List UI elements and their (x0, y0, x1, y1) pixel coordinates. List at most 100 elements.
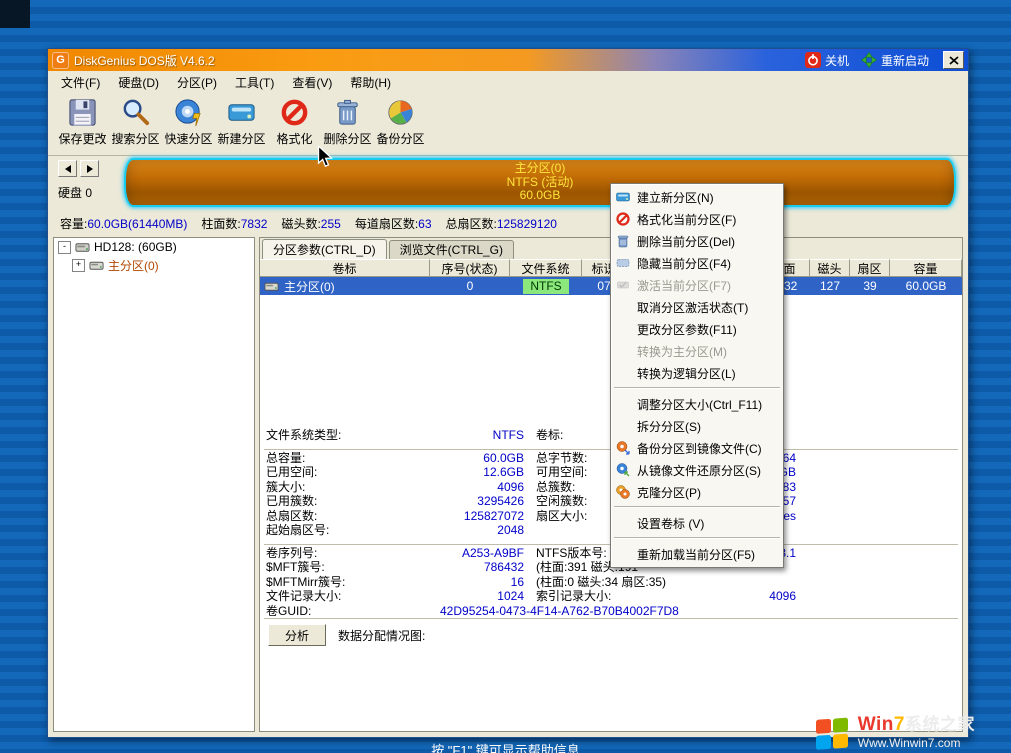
window-title: DiskGenius DOS版 V4.6.2 (74, 52, 215, 69)
context-menu-item[interactable]: 更改分区参数(F11) (611, 318, 783, 340)
titlebar: G DiskGenius DOS版 V4.6.2 关机 重新启动 (48, 49, 968, 71)
detail-row: 卷GUID:42D95254-0473-4F14-A762-B70B4002F7… (260, 604, 962, 619)
detail-value: 12.6GB (320, 465, 524, 480)
partition-icon (264, 279, 279, 294)
menubar-item[interactable]: 硬盘(D) (109, 71, 168, 94)
context-menu-item[interactable]: 从镜像文件还原分区(S) (611, 459, 783, 481)
table-cell: 127 (810, 277, 850, 295)
toolbar-button-delete-partition[interactable]: 删除分区 (321, 97, 374, 147)
collapse-icon[interactable]: - (58, 241, 71, 254)
partition-bar[interactable]: 主分区(0) NTFS (活动) 60.0GB (124, 158, 956, 207)
new-partition-icon (615, 189, 631, 205)
context-menu-item[interactable]: 取消分区激活状态(T) (611, 296, 783, 318)
context-menu-item[interactable]: 建立新分区(N) (611, 186, 783, 208)
toolbar-button-label: 删除分区 (323, 130, 371, 147)
quick-partition-icon (173, 97, 204, 128)
detail-value: 16 (320, 575, 524, 590)
shutdown-button[interactable]: 关机 (805, 52, 849, 69)
menubar-item[interactable]: 文件(F) (52, 71, 109, 94)
close-icon (949, 56, 959, 65)
context-menu-item[interactable]: 重新加载当前分区(F5) (611, 543, 783, 565)
detail-label: 总簇数: (536, 480, 575, 495)
tree-item[interactable]: +主分区(0) (54, 256, 254, 274)
toolbar: 保存更改搜索分区快速分区新建分区格式化删除分区备份分区 (48, 93, 968, 156)
toolbar-button-backup-partition[interactable]: 备份分区 (374, 97, 427, 147)
detail-value: 2048 (320, 523, 524, 538)
partition-bar-fs: NTFS (活动) (507, 176, 574, 190)
context-menu-item-label: 隐藏当前分区(F4) (637, 255, 731, 272)
column-header[interactable]: 磁头 (810, 259, 850, 277)
context-menu-item[interactable]: 设置卷标 (V) (611, 512, 783, 534)
restart-label: 重新启动 (881, 52, 929, 69)
detail-label: (柱面:0 磁头:34 扇区:35) (536, 575, 666, 590)
context-menu-item-label: 取消分区激活状态(T) (637, 299, 748, 316)
context-menu-item-label: 设置卷标 (V) (637, 515, 704, 532)
tab-partition-params[interactable]: 分区参数(CTRL_D) (262, 239, 387, 260)
context-menu-item[interactable]: 格式化当前分区(F) (611, 208, 783, 230)
context-menu-item[interactable]: 备份分区到镜像文件(C) (611, 437, 783, 459)
arrow-left-icon (65, 165, 71, 173)
expand-icon[interactable]: + (72, 259, 85, 272)
next-disk-button[interactable] (80, 160, 99, 177)
table-cell: 60.0GB (890, 277, 962, 295)
toolbar-button-new-partition[interactable]: 新建分区 (215, 97, 268, 147)
format-icon (279, 97, 310, 128)
detail-value: 125827072 (320, 509, 524, 524)
context-menu-item-label: 更改分区参数(F11) (637, 321, 737, 338)
disk-info-item: 每道扇区数:63 (355, 215, 432, 232)
detail-label: 卷GUID: (266, 604, 311, 619)
detail-value: 60.0GB (320, 451, 524, 466)
tree-item[interactable]: -HD128: (60GB) (54, 238, 254, 256)
column-header[interactable]: 卷标 (260, 259, 430, 277)
toolbar-button-quick-partition[interactable]: 快速分区 (162, 97, 215, 147)
toolbar-button-save[interactable]: 保存更改 (56, 97, 109, 147)
menubar-item[interactable]: 工具(T) (226, 71, 283, 94)
context-menu-item[interactable]: 删除当前分区(Del) (611, 230, 783, 252)
column-header[interactable]: 序号(状态) (430, 259, 510, 277)
separator (611, 534, 783, 543)
analyze-button[interactable]: 分析 (268, 624, 326, 646)
watermark-url: Www.Winwin7.com (858, 734, 975, 752)
context-menu-item[interactable]: 克隆分区(P) (611, 481, 783, 503)
toolbar-button-label: 格式化 (276, 130, 312, 147)
detail-label: 空闲簇数: (536, 494, 587, 509)
column-header[interactable]: 文件系统 (510, 259, 582, 277)
detail-value: NTFS (320, 428, 524, 443)
column-header[interactable]: 容量 (890, 259, 962, 277)
context-menu-item-label: 转换为主分区(M) (637, 343, 727, 360)
restart-button[interactable]: 重新启动 (861, 52, 929, 69)
toolbar-button-search[interactable]: 搜索分区 (109, 97, 162, 147)
menubar-item[interactable]: 查看(V) (283, 71, 341, 94)
hide-icon (615, 255, 631, 271)
context-menu-item[interactable]: 拆分分区(S) (611, 415, 783, 437)
analyze-row: 分析 数据分配情况图: (268, 624, 425, 646)
search-icon (120, 97, 151, 128)
context-menu-item[interactable]: 调整分区大小(Ctrl_F11) (611, 393, 783, 415)
toolbar-button-format[interactable]: 格式化 (268, 97, 321, 147)
toolbar-button-label: 保存更改 (58, 130, 106, 147)
prev-disk-button[interactable] (58, 160, 77, 177)
detail-label: 总扇区数: (266, 509, 317, 524)
current-disk-label: 硬盘 0 (58, 184, 99, 201)
table-cell: 0 (430, 277, 510, 295)
detail-row: 文件记录大小:1024索引记录大小:4096 (260, 589, 962, 604)
activate-icon (615, 277, 631, 293)
separator (611, 503, 783, 512)
menubar-item[interactable]: 帮助(H) (341, 71, 400, 94)
disk-tree: -HD128: (60GB)+主分区(0) (53, 237, 255, 732)
fs-badge: NTFS (523, 279, 568, 294)
shutdown-icon (805, 52, 821, 68)
disk-navigation-panel: 硬盘 0 主分区(0) NTFS (活动) 60.0GB (48, 151, 968, 213)
context-menu-item[interactable]: 隐藏当前分区(F4) (611, 252, 783, 274)
disk-info-line: 容量:60.0GB(61440MB)柱面数:7832磁头数:255每道扇区数:6… (60, 213, 964, 233)
tab-browse-files[interactable]: 浏览文件(CTRL_G) (389, 240, 514, 259)
context-menu-item-label: 从镜像文件还原分区(S) (637, 462, 761, 479)
column-header[interactable]: 扇区 (850, 259, 890, 277)
allocation-map-label: 数据分配情况图: (338, 627, 425, 644)
disk-info-item: 磁头数:255 (281, 215, 340, 232)
shutdown-label: 关机 (825, 52, 849, 69)
context-menu-item[interactable]: 转换为逻辑分区(L) (611, 362, 783, 384)
menubar-item[interactable]: 分区(P) (168, 71, 226, 94)
menubar: 文件(F)硬盘(D)分区(P)工具(T)查看(V)帮助(H) (48, 71, 968, 94)
close-button[interactable] (943, 51, 964, 69)
